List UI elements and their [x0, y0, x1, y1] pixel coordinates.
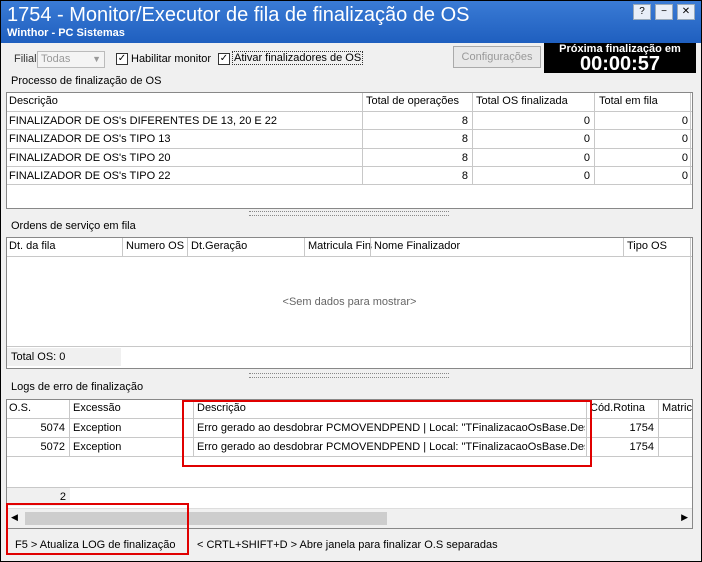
processo-row-3-ops: 8: [461, 152, 468, 164]
processo-row-3-desc[interactable]: FINALIZADOR DE OS's TIPO 20: [9, 149, 361, 167]
processo-row-2-final: 0: [583, 133, 590, 145]
col-total-operacoes[interactable]: Total de operações: [364, 93, 474, 110]
horizontal-scrollbar[interactable]: ◀ ▶: [7, 508, 692, 528]
processo-row-1-final: 0: [583, 115, 590, 127]
total-os-label: Total OS: 0: [7, 348, 121, 366]
log-row-2-cod: 1754: [629, 441, 654, 453]
col-descricao[interactable]: Descrição: [7, 93, 364, 110]
main-window: 1754 - Monitor/Executor de fila de final…: [0, 0, 702, 562]
col-dt-geracao[interactable]: Dt.Geração: [189, 238, 306, 255]
logs-title: Logs de erro de finalização: [11, 381, 144, 393]
processo-row-4-ops: 8: [461, 170, 468, 182]
processo-row-4-desc[interactable]: FINALIZADOR DE OS's TIPO 22: [9, 167, 361, 185]
window-subtitle: Winthor - PC Sistemas: [7, 27, 125, 39]
status-bar: F5 > Atualiza LOG de finalização < CRTL+…: [1, 534, 701, 556]
logs-grid[interactable]: O.S. Excessão Descrição Cód.Rotina Matri…: [6, 399, 693, 529]
col-descricao-log[interactable]: Descrição: [195, 400, 587, 417]
col-numero-os[interactable]: Numero OS: [124, 238, 189, 255]
configuracoes-button[interactable]: Configurações: [453, 46, 541, 68]
log-row-1-os[interactable]: 5074: [7, 419, 69, 437]
filial-select[interactable]: Todas ▼: [37, 51, 105, 68]
processo-row-2-fila: 0: [681, 133, 688, 145]
log-row-2-os[interactable]: 5072: [7, 438, 69, 456]
crtl-shift-d-shortcut[interactable]: < CRTL+SHIFT+D > Abre janela para finali…: [197, 534, 498, 556]
processo-row-4-final: 0: [583, 170, 590, 182]
splitter-1[interactable]: [249, 211, 449, 216]
help-button[interactable]: ?: [633, 4, 651, 20]
log-row-1-descricao[interactable]: Erro gerado ao desdobrar PCMOVENDPEND | …: [197, 419, 585, 437]
processo-grid[interactable]: Descrição Total de operações Total OS fi…: [6, 92, 693, 209]
timer-value: 00:00:57: [579, 53, 661, 75]
title-bar[interactable]: 1754 - Monitor/Executor de fila de final…: [1, 1, 701, 43]
processo-row-1-fila: 0: [681, 115, 688, 127]
col-nome-finalizador[interactable]: Nome Finalizador: [372, 238, 624, 255]
col-tipo-os[interactable]: Tipo OS: [625, 238, 692, 255]
log-row-1-cod: 1754: [629, 422, 654, 434]
log-row-2-descricao[interactable]: Erro gerado ao desdobrar PCMOVENDPEND | …: [197, 438, 585, 456]
scroll-right-icon[interactable]: ▶: [681, 512, 688, 523]
processo-row-1-ops: 8: [461, 115, 468, 127]
col-matricula[interactable]: Matricula Fina: [306, 238, 372, 255]
log-row-1-excessao[interactable]: Exception: [73, 419, 191, 437]
col-total-finalizada[interactable]: Total OS finalizada: [474, 93, 596, 110]
minimize-button[interactable]: −: [655, 4, 673, 20]
ativar-label[interactable]: Ativar finalizadores de OS: [232, 51, 364, 65]
filial-label: Filial: [14, 53, 37, 65]
log-count: 2: [7, 488, 70, 506]
window-title: 1754 - Monitor/Executor de fila de final…: [7, 4, 470, 26]
close-button[interactable]: ✕: [677, 4, 695, 20]
log-row-2-excessao[interactable]: Exception: [73, 438, 191, 456]
processo-row-1-desc[interactable]: FINALIZADOR DE OS's DIFERENTES DE 13, 20…: [9, 112, 361, 130]
ordens-grid[interactable]: Dt. da fila Numero OS Dt.Geração Matricu…: [6, 237, 693, 369]
timer-panel: Próxima finalização em 00:00:57: [544, 43, 696, 75]
col-matric[interactable]: Matric: [660, 400, 692, 417]
processo-title: Processo de finalização de OS: [11, 75, 162, 87]
col-cod-rotina[interactable]: Cód.Rotina: [588, 400, 660, 417]
col-os[interactable]: O.S.: [7, 400, 71, 417]
ativar-checkbox[interactable]: ✓: [218, 53, 230, 65]
processo-row-3-fila: 0: [681, 152, 688, 164]
processo-row-3-final: 0: [583, 152, 590, 164]
empty-message: <Sem dados para mostrar>: [282, 296, 417, 308]
scrollbar-thumb[interactable]: [25, 512, 387, 525]
col-total-fila[interactable]: Total em fila: [597, 93, 692, 110]
col-excessao[interactable]: Excessão: [71, 400, 193, 417]
processo-row-2-ops: 8: [461, 133, 468, 145]
ordens-title: Ordens de serviço em fila: [11, 220, 136, 232]
filial-value: Todas: [41, 53, 71, 65]
processo-row-4-fila: 0: [681, 170, 688, 182]
habilitar-label[interactable]: Habilitar monitor: [131, 53, 211, 65]
processo-row-2-desc[interactable]: FINALIZADOR DE OS's TIPO 13: [9, 130, 361, 148]
chevron-down-icon: ▼: [92, 54, 101, 64]
scroll-left-icon[interactable]: ◀: [11, 512, 18, 523]
splitter-2[interactable]: [249, 373, 449, 378]
habilitar-checkbox[interactable]: ✓: [116, 53, 128, 65]
col-dt-fila[interactable]: Dt. da fila: [7, 238, 124, 255]
f5-shortcut[interactable]: F5 > Atualiza LOG de finalização: [15, 534, 176, 556]
